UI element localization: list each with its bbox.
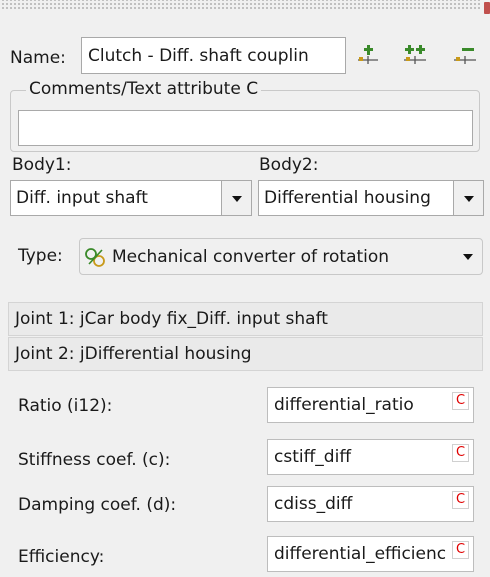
- body2-select-value: Differential housing: [264, 188, 431, 208]
- damping-field[interactable]: cdiss_diff C: [267, 486, 474, 522]
- comments-field[interactable]: [18, 110, 473, 146]
- type-label: Type:: [18, 246, 63, 266]
- damping-field-value: cdiss_diff: [274, 494, 353, 514]
- ratio-label: Ratio (i12):: [18, 396, 113, 416]
- body1-dropdown-button[interactable]: [221, 181, 251, 215]
- efficiency-label: Efficiency:: [18, 547, 105, 567]
- constant-badge[interactable]: C: [452, 491, 469, 509]
- add-double-marker-button[interactable]: [402, 42, 428, 68]
- constant-badge[interactable]: C: [452, 392, 469, 410]
- stiffness-label: Stiffness coef. (c):: [18, 450, 171, 470]
- damping-label: Damping coef. (d):: [18, 495, 177, 515]
- chevron-down-icon: [462, 253, 474, 261]
- efficiency-field-value: differential_efficienc: [274, 544, 447, 564]
- comments-legend: Comments/Text attribute C: [26, 79, 262, 99]
- title-grip-dots: [0, 0, 482, 10]
- type-select[interactable]: Mechanical converter of rotation: [79, 238, 483, 275]
- stiffness-field-value: cstiff_diff: [274, 447, 352, 467]
- joint-2-row[interactable]: Joint 2: jDifferential housing: [8, 337, 483, 371]
- stiffness-field[interactable]: cstiff_diff C: [267, 439, 474, 475]
- body1-select-value: Diff. input shaft: [16, 188, 148, 208]
- body2-label: Body2:: [259, 155, 319, 175]
- name-field-value: Clutch - Diff. shaft couplin: [88, 45, 309, 66]
- joint-2-label: Joint 2: jDifferential housing: [15, 344, 252, 364]
- rotation-converter-icon: [84, 246, 106, 268]
- add-marker-icon: [356, 44, 380, 66]
- remove-marker-button[interactable]: [452, 42, 478, 68]
- constant-badge[interactable]: C: [452, 541, 469, 559]
- name-field[interactable]: Clutch - Diff. shaft couplin: [81, 37, 346, 74]
- add-double-marker-icon: [402, 44, 428, 66]
- body2-dropdown-button[interactable]: [453, 181, 483, 215]
- body1-select[interactable]: Diff. input shaft: [10, 180, 252, 216]
- remove-marker-icon: [452, 44, 478, 66]
- constant-badge[interactable]: C: [452, 444, 469, 462]
- body2-select[interactable]: Differential housing: [258, 180, 484, 216]
- ratio-field[interactable]: differential_ratio C: [267, 387, 474, 423]
- body1-label: Body1:: [12, 155, 72, 175]
- chevron-down-icon: [231, 188, 243, 208]
- name-label: Name:: [10, 48, 66, 68]
- ratio-field-value: differential_ratio: [274, 395, 414, 415]
- add-marker-button[interactable]: [355, 42, 381, 68]
- efficiency-field[interactable]: differential_efficienc C: [267, 536, 474, 572]
- type-select-value: Mechanical converter of rotation: [112, 246, 390, 267]
- joint-1-label: Joint 1: jCar body fix_Diff. input shaft: [15, 309, 328, 329]
- joint-1-row[interactable]: Joint 1: jCar body fix_Diff. input shaft: [8, 302, 483, 336]
- window-edge-marker: [484, 2, 490, 14]
- chevron-down-icon: [463, 188, 475, 208]
